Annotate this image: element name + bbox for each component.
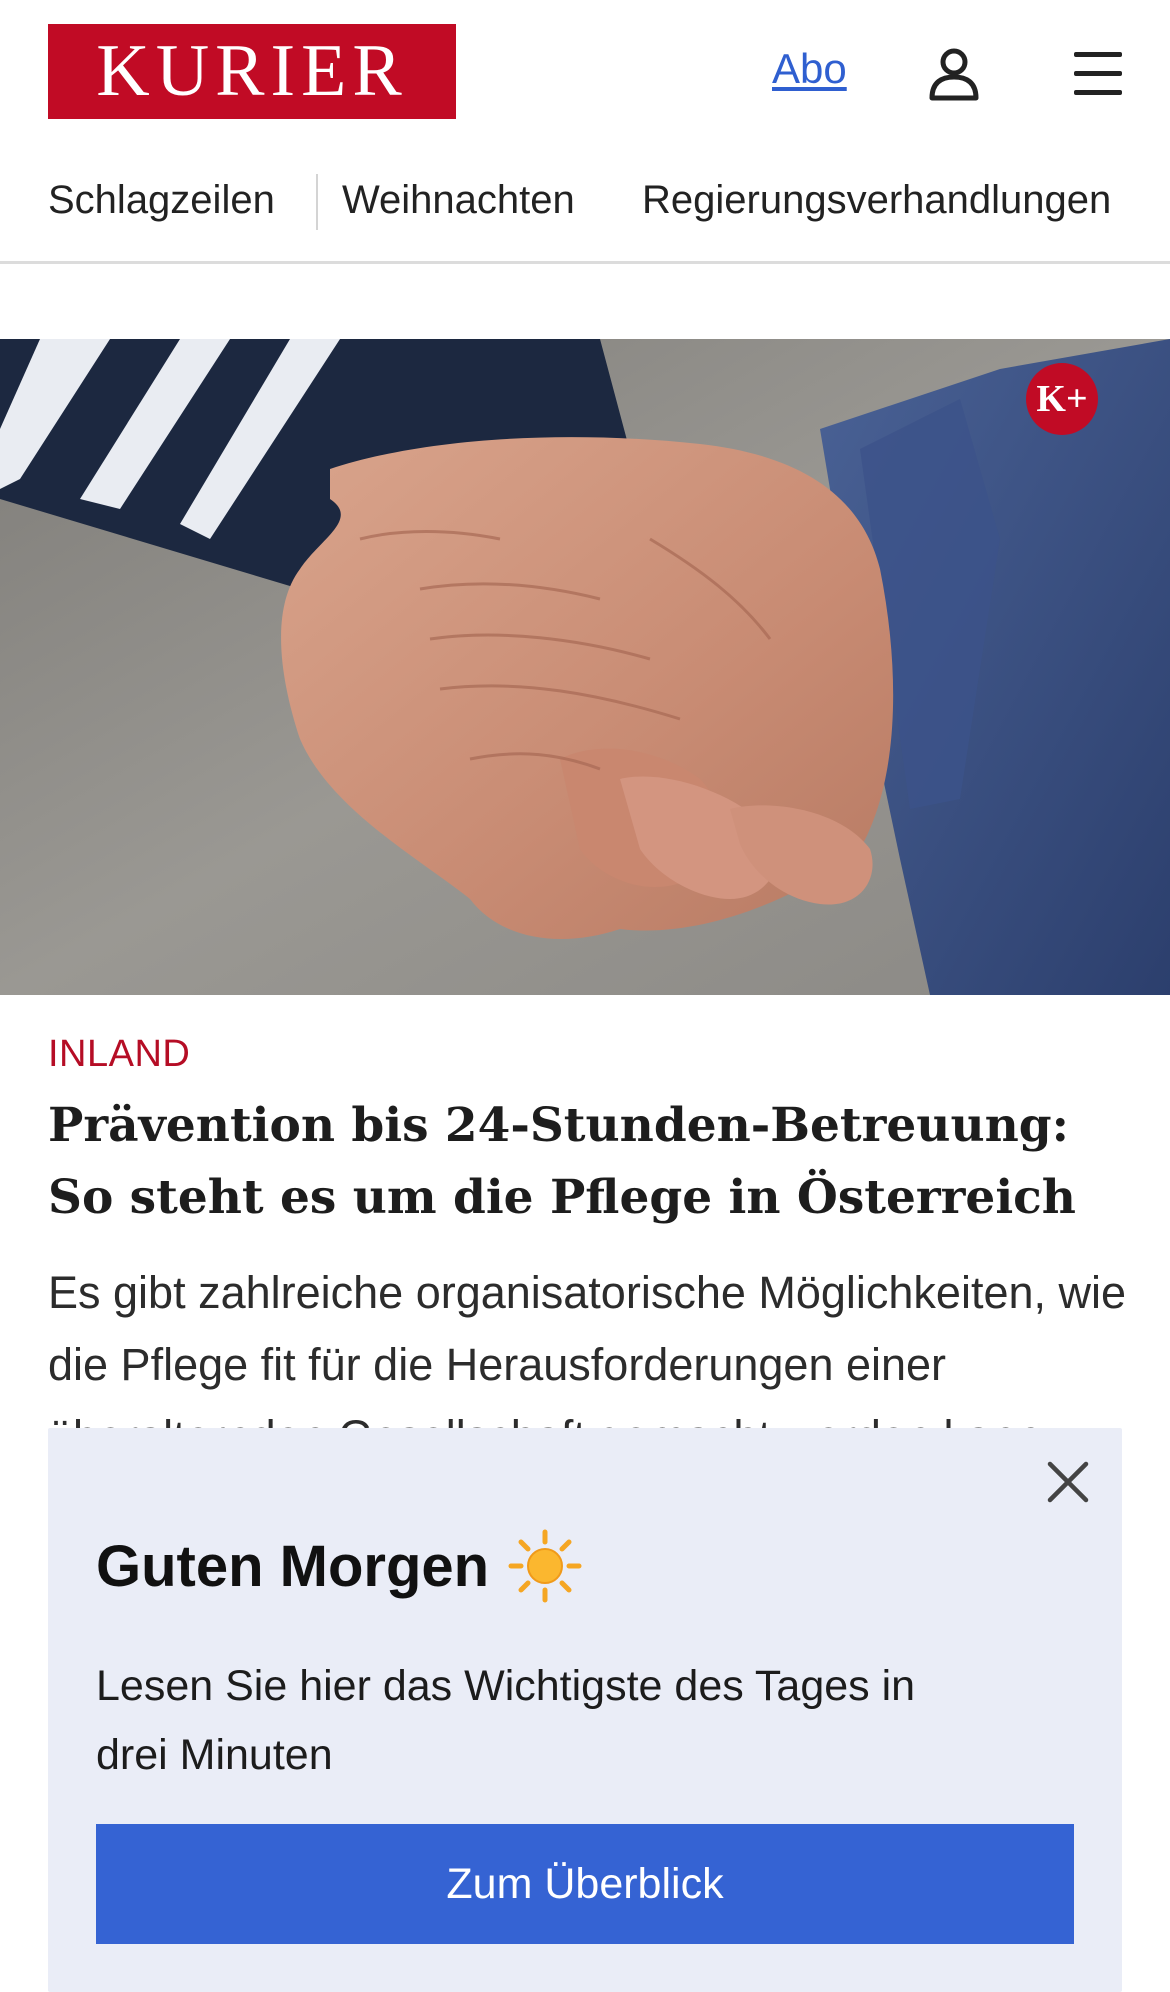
abo-link[interactable]: Abo <box>772 45 847 93</box>
popup-description: Lesen Sie hier das Wichtigste des Tages … <box>96 1662 916 1779</box>
nav-divider <box>316 174 318 230</box>
nav-item-weihnachten[interactable]: Weihnachten <box>342 178 575 223</box>
sun-icon <box>507 1528 583 1604</box>
article-rubric[interactable]: INLAND <box>48 1033 190 1076</box>
topic-navigation: Schlagzeilen Weihnachten Regierungsverha… <box>0 168 1170 240</box>
popup-title-row: Guten Morgen <box>96 1528 583 1604</box>
article-headline[interactable]: Prävention bis 24-Stunden-Betreuung: So … <box>48 1090 1128 1234</box>
user-icon[interactable] <box>924 44 984 104</box>
hamburger-menu-icon[interactable] <box>1068 44 1128 104</box>
nav-item-regierungsverhandlungen[interactable]: Regierungsverhandlungen <box>642 178 1111 223</box>
premium-badge[interactable]: K+ <box>1026 363 1098 435</box>
close-icon[interactable] <box>1040 1454 1096 1510</box>
nav-item-schlagzeilen[interactable]: Schlagzeilen <box>48 178 275 223</box>
popup-title: Guten Morgen <box>96 1533 490 1599</box>
article-hero-image[interactable]: K+ <box>0 339 1170 995</box>
nav-divider-line <box>0 261 1170 264</box>
overview-button[interactable]: Zum Überblick <box>96 1824 1074 1944</box>
kurier-logo[interactable]: KURIER <box>48 24 456 119</box>
site-header: KURIER Abo <box>0 0 1170 145</box>
